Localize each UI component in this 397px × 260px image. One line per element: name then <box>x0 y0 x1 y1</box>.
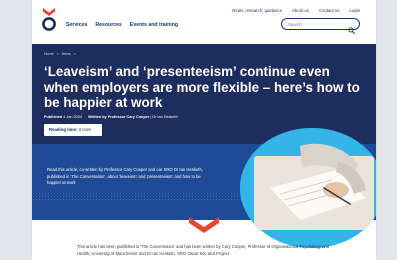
search-icon[interactable] <box>348 21 355 34</box>
utility-link-about[interactable]: About us <box>292 8 309 13</box>
page-frame: News, research, guidance About us Contac… <box>32 0 376 260</box>
published-date: 4 Jan 2024 <box>63 115 83 119</box>
author-label: Written by Professor Cary Cooper <box>88 115 150 119</box>
chevron-down-icon <box>189 217 219 233</box>
site-logo-icon[interactable] <box>42 7 56 33</box>
reading-time-badge: Reading time: 3 mins <box>44 124 102 136</box>
nav-item-events[interactable]: Events and training <box>130 22 178 28</box>
utility-link-news[interactable]: News, research, guidance <box>232 8 282 13</box>
search-box <box>281 18 360 34</box>
reading-time-value: 3 mins <box>78 127 92 132</box>
reading-time-label: Reading time: <box>49 127 78 132</box>
published-label: Published <box>44 115 63 119</box>
site-header: News, research, guidance About us Contac… <box>32 0 376 44</box>
breadcrumb: Home > News > <box>44 52 76 56</box>
intro-summary: Read this article, co-written by Profess… <box>47 167 203 186</box>
utility-nav: News, research, guidance About us Contac… <box>232 8 360 13</box>
main-nav: Services Resources Events and training <box>66 22 178 28</box>
article-meta: Published 4 Jan 2024 Written by Professo… <box>44 115 178 119</box>
coauthor-name: Dr Ian Hesketh <box>152 115 178 119</box>
breadcrumb-separator: > <box>73 52 76 56</box>
nav-item-resources[interactable]: Resources <box>95 22 122 28</box>
article-paragraph: This article has been published in 'The … <box>77 244 330 256</box>
search-input[interactable] <box>288 20 343 28</box>
utility-link-login[interactable]: Login <box>349 8 360 13</box>
utility-link-contact[interactable]: Contact us <box>319 8 340 13</box>
nav-item-services[interactable]: Services <box>66 22 87 28</box>
page-title: ‘Leaveism’ and ‘presenteeism’ continue e… <box>44 64 360 110</box>
breadcrumb-separator: > <box>56 52 59 56</box>
article-body: This article has been published in 'The … <box>77 244 337 257</box>
breadcrumb-news[interactable]: News <box>62 52 71 56</box>
hero-photo <box>240 128 376 248</box>
breadcrumb-home[interactable]: Home <box>44 52 54 56</box>
